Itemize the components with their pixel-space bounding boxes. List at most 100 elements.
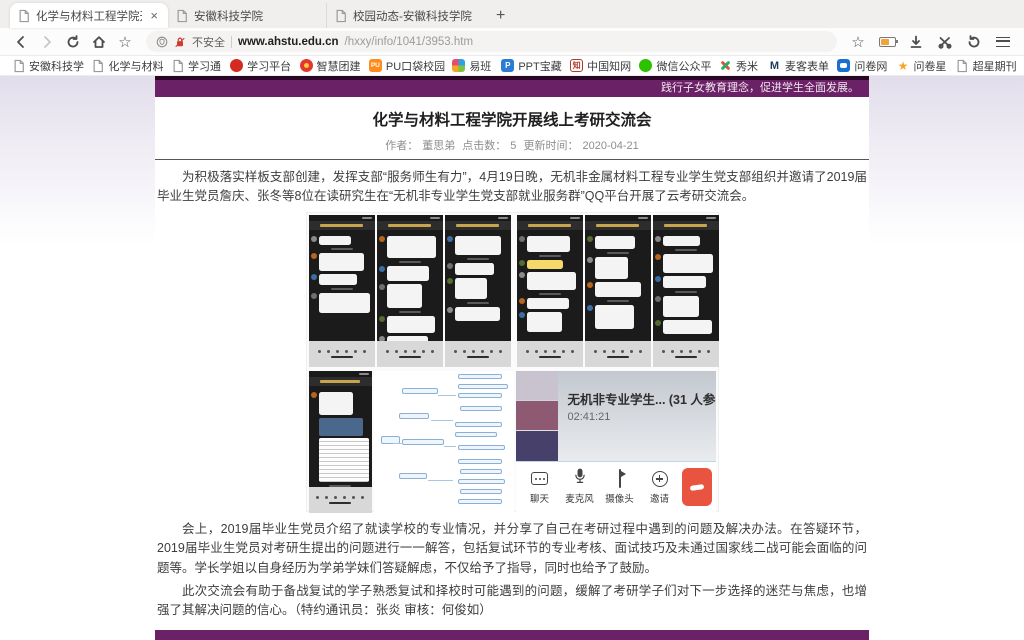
bookmark-label: 安徽科技学 [29,58,84,74]
reload-icon[interactable] [62,31,84,53]
microphone-icon [571,470,589,488]
ppt-favicon-icon: P [501,59,514,72]
call-button: 摄像头 [600,470,640,505]
bookmark-label: 智慧团建 [317,58,361,74]
forward-icon[interactable] [36,31,58,53]
bookmark-label: PPT宝藏 [518,58,561,74]
toolbar-right [847,31,1014,53]
new-tab-button[interactable]: + [484,7,517,28]
bookmark-item[interactable]: 学习平台 [224,58,292,74]
call-header: 无机非专业学生... (31 人参 02:41:21 [516,371,716,461]
article-title: 化学与材料工程学院开展线上考研交流会 [155,108,869,130]
article-paragraph: 为积极落实样板支部创建，发挥支部“服务师生有力”，4月19日晚，无机非金属材料工… [157,168,867,207]
article-meta: 作者：董思弟 点击数：5 更新时间：2020-04-21 [155,137,869,153]
page-favicon-icon [12,59,25,72]
bookmark-item[interactable]: 问卷网 [831,58,889,74]
avatar [516,431,558,460]
call-button-label: 摄像头 [605,491,634,505]
wechat-favicon-icon [639,59,652,72]
tab-bar: 化学与材料工程学院开展线上考 × 安徽科技学院 × 校园动态-安徽科技学院 × … [0,0,1024,28]
bookmark-label: 化学与材料 [109,58,164,74]
menu-icon[interactable] [992,31,1014,53]
bookmark-label: 秀米 [736,58,758,74]
security-label: 不安全 [192,34,225,50]
bookmark-label: 超星期刊 [973,58,1017,74]
bookmark-label: 学习通 [188,58,221,74]
bookmark-item[interactable]: 智慧团建 [294,58,362,74]
chat-screenshot [653,215,719,367]
xiumi-favicon-icon [719,59,732,72]
bookmark-label: PU口袋校园 [386,58,445,74]
browser-tab[interactable]: 化学与材料工程学院开展线上考 × [10,3,168,28]
close-icon[interactable]: × [148,9,160,22]
article-container: 践行子女教育理念，促进学生全面发展。 化学与材料工程学院开展线上考研交流会 作者… [155,76,869,640]
chat-bubble-icon [531,470,548,488]
page-favicon-icon [92,59,105,72]
wenjuan-favicon-icon [837,59,850,72]
bookmark-item[interactable]: 超星期刊 [950,58,1018,74]
bookmark-item[interactable]: 易班 [446,58,494,74]
call-button-label: 邀请 [650,491,669,505]
undo-history-icon[interactable] [963,31,985,53]
home-icon[interactable] [88,31,110,53]
screenshot-scissors-icon[interactable] [934,31,956,53]
bookmark-item[interactable]: 微信公众平 [633,58,712,74]
meta-author-label: 作者： [385,140,418,152]
chat-screenshot [309,371,372,513]
bookmark-item[interactable]: 秀米 [713,58,761,74]
tabs: 化学与材料工程学院开展线上考 × 安徽科技学院 × 校园动态-安徽科技学院 × [10,3,484,28]
browser-tab[interactable]: 安徽科技学院 × [168,3,326,28]
address-bar[interactable]: 不安全 www.ahstu.edu.cn /hxxy/info/1041/395… [146,31,837,52]
call-button: 邀请 [640,470,680,505]
navigation-bar: 不安全 www.ahstu.edu.cn /hxxy/info/1041/395… [0,28,1024,56]
shield-icon [156,36,168,48]
url-path: /hxxy/info/1041/3953.htm [345,36,474,48]
bookmark-item[interactable]: M 麦客表单 [762,58,830,74]
meta-author: 董思弟 [422,140,455,152]
bookmark-item[interactable]: 学习通 [165,58,223,74]
bookmark-item[interactable]: PU PU口袋校园 [363,58,445,74]
call-group-title: 无机非专业学生... (31 人参 [568,389,716,408]
page-footer-bar [155,630,869,640]
page-favicon-icon [956,59,969,72]
battery-icon[interactable] [876,31,898,53]
chat-screenshot-tall [309,371,372,513]
bookmark-item[interactable]: 问卷星 [891,58,949,74]
meta-updated: 2020-04-21 [582,140,638,152]
chat-screenshot [517,215,583,367]
insecure-lock-icon [174,36,186,48]
collage-bottom-row: 无机非专业学生... (31 人参 02:41:21 聊天 [309,371,716,513]
page-favicon-icon [171,59,184,72]
bookmark-item[interactable]: P PPT宝藏 [495,58,563,74]
phone-icon [689,484,704,491]
hangup-button [682,468,712,506]
article-paragraph: 会上，2019届毕业生党员介绍了就读学校的专业情况，并分享了自己在考研过程中遇到… [157,520,867,578]
bookmark-item[interactable]: 知 中国知网 [564,58,632,74]
yiban-favicon-icon [452,59,465,72]
back-icon[interactable] [10,31,32,53]
bookmark-label: 问卷星 [914,58,947,74]
bookmarks-bar: 安徽科技学 化学与材料 学习通 学习平台 智慧团建 PU PU口袋校园 易班 [0,56,1024,76]
download-icon[interactable] [905,31,927,53]
bookmark-label: 学习平台 [247,58,291,74]
tab-title: 校园动态-安徽科技学院 [353,8,476,24]
tab-title: 化学与材料工程学院开展线上考 [36,8,142,24]
bookmark-label: 中国知网 [587,58,631,74]
meta-updated-label: 更新时间： [523,140,578,152]
page-icon [176,9,188,23]
favorites-icon[interactable] [114,31,136,53]
bookmark-label: 微信公众平 [656,58,711,74]
bookmark-item[interactable]: 化学与材料 [86,58,165,74]
call-button: 麦克风 [560,470,600,505]
web-page: 践行子女教育理念，促进学生全面发展。 化学与材料工程学院开展线上考研交流会 作者… [0,76,1024,640]
avatar [516,371,558,400]
bookmark-star-icon[interactable] [847,31,869,53]
call-button: 聊天 [520,470,560,505]
mikecrm-favicon-icon: M [768,59,781,72]
cnki-favicon-icon: 知 [570,59,583,72]
bookmark-item[interactable]: 安徽科技学 [6,58,85,74]
page-icon [18,9,30,23]
meta-hits: 5 [510,140,516,152]
call-avatars [516,371,558,461]
browser-tab[interactable]: 校园动态-安徽科技学院 × [326,3,484,28]
